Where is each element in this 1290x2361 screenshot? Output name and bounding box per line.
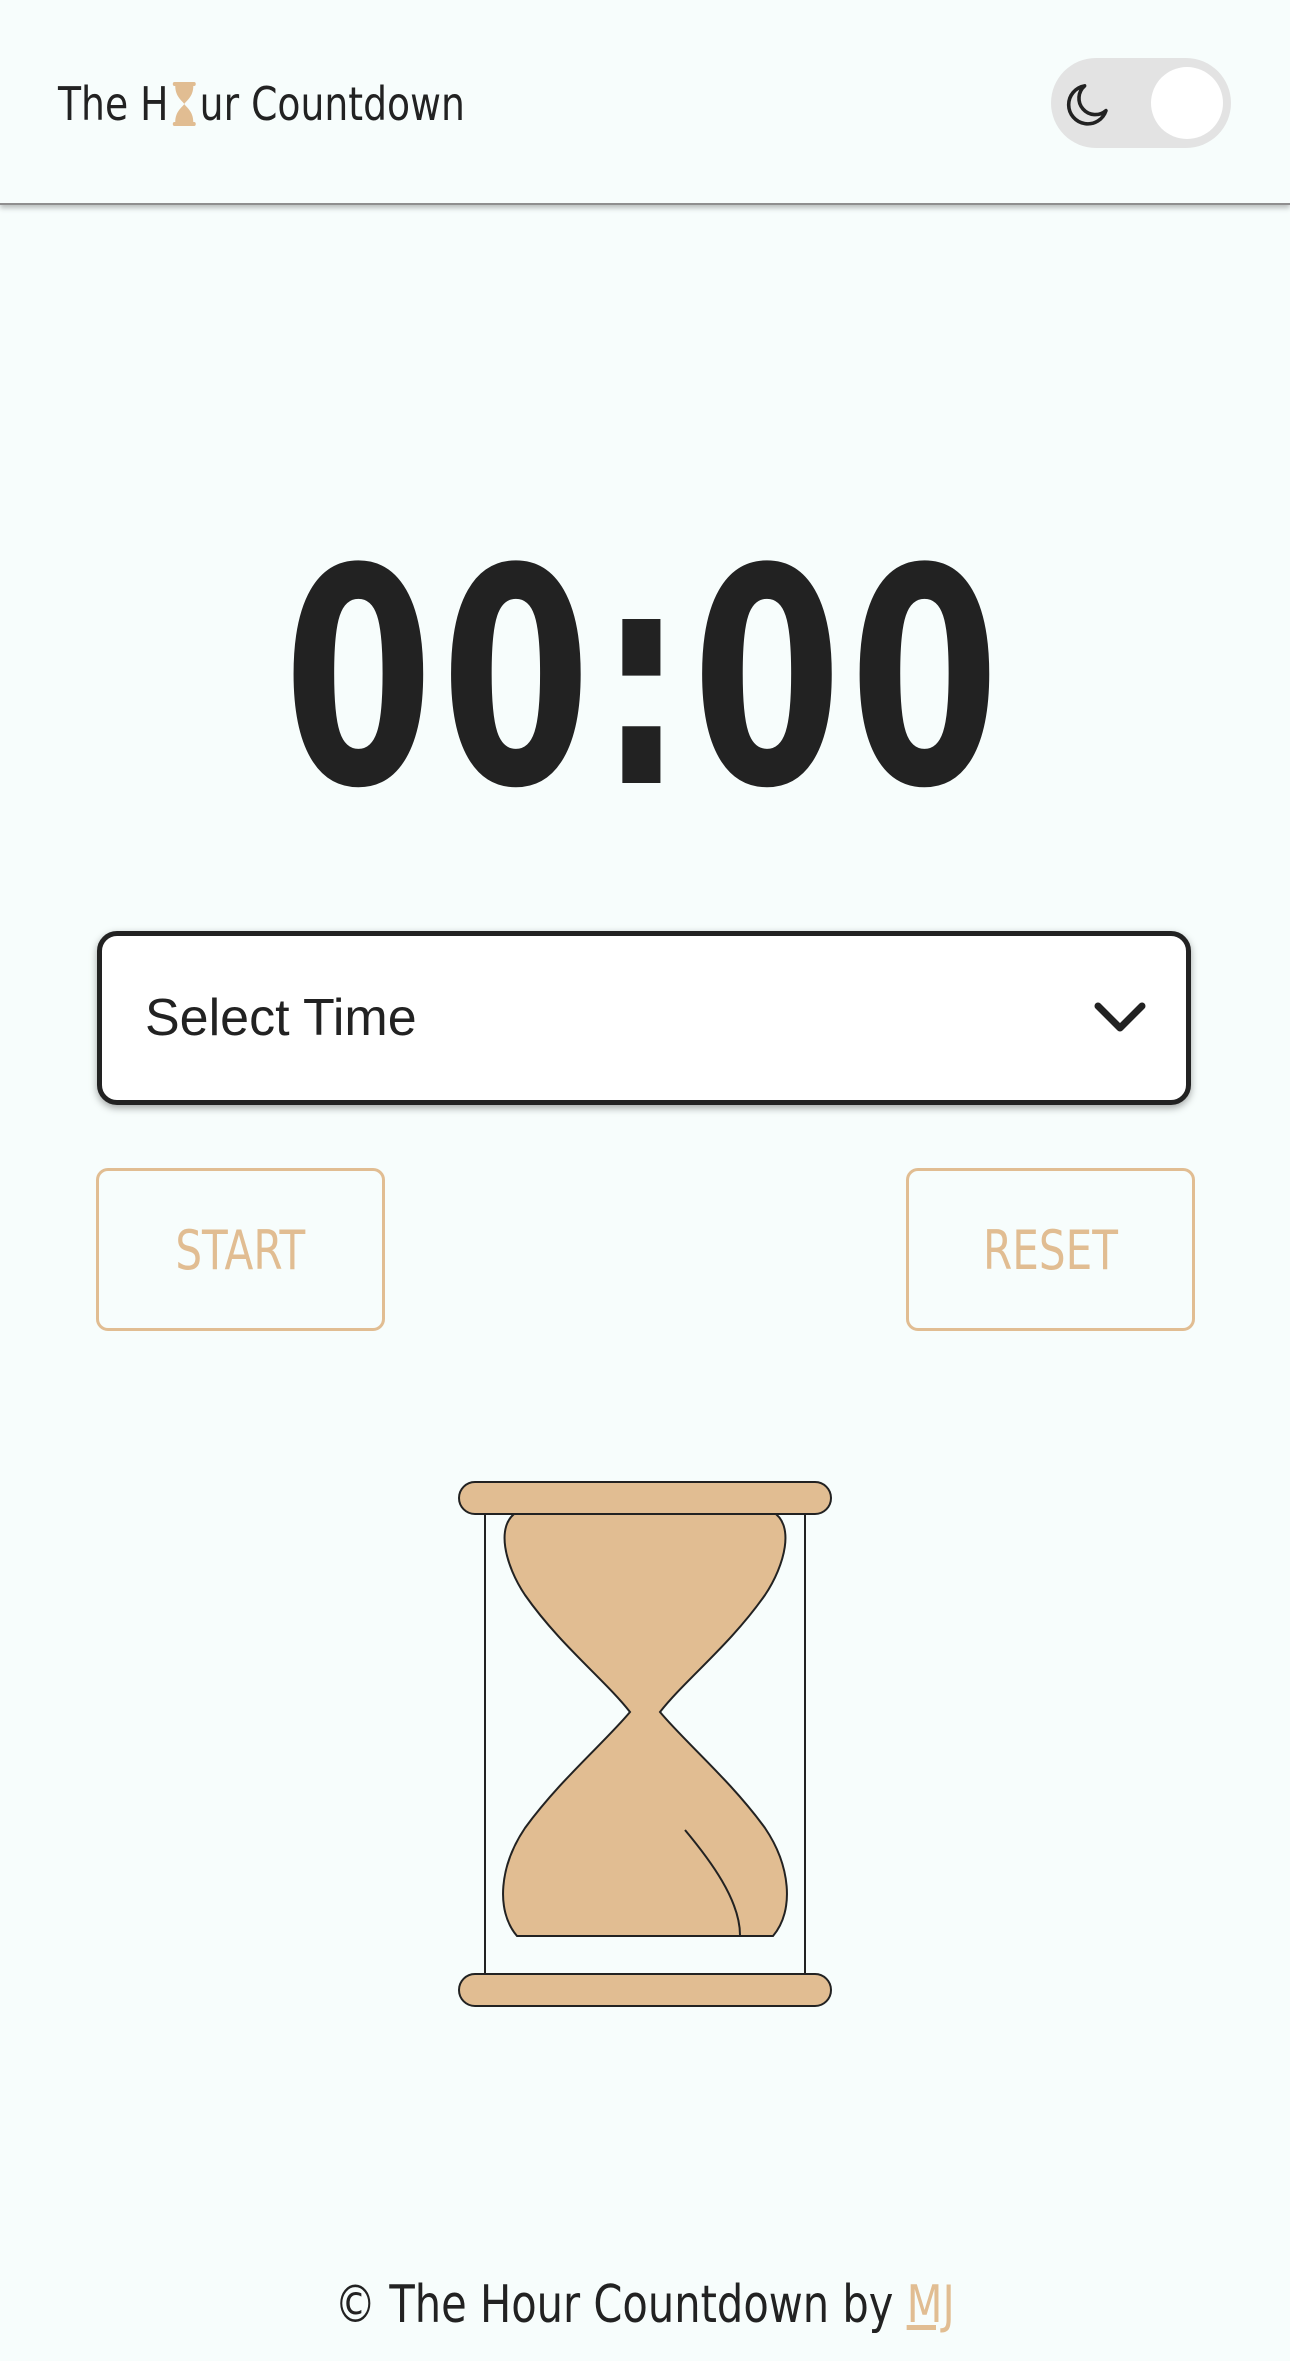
hourglass-illustration xyxy=(458,1481,832,2007)
app-header: The H ur Countdown xyxy=(0,0,1290,205)
footer: © The Hour Countdown by MJ xyxy=(0,2275,1290,2335)
toggle-knob xyxy=(1151,67,1223,139)
time-select-value: Select Time xyxy=(145,989,417,1047)
app-title-part-2: ur Countdown xyxy=(199,77,465,131)
countdown-display: 00:00 xyxy=(283,505,1007,854)
time-select[interactable]: Select Time xyxy=(97,931,1191,1105)
footer-copyright: © The Hour Countdown by xyxy=(334,2275,907,2335)
chevron-down-icon xyxy=(1094,1002,1146,1032)
reset-button-label: RESET xyxy=(983,1219,1118,1282)
footer-text: © The Hour Countdown by MJ xyxy=(335,2275,955,2335)
app-title: The H ur Countdown xyxy=(58,66,465,142)
dark-mode-toggle[interactable] xyxy=(1051,58,1231,148)
author-link[interactable]: MJ xyxy=(907,2275,955,2335)
start-button[interactable]: START xyxy=(96,1168,385,1331)
reset-button[interactable]: RESET xyxy=(906,1168,1195,1331)
app-title-part-1: The H xyxy=(58,77,169,131)
moon-icon xyxy=(1066,84,1108,126)
hourglass-icon xyxy=(172,82,196,126)
start-button-label: START xyxy=(175,1219,306,1282)
